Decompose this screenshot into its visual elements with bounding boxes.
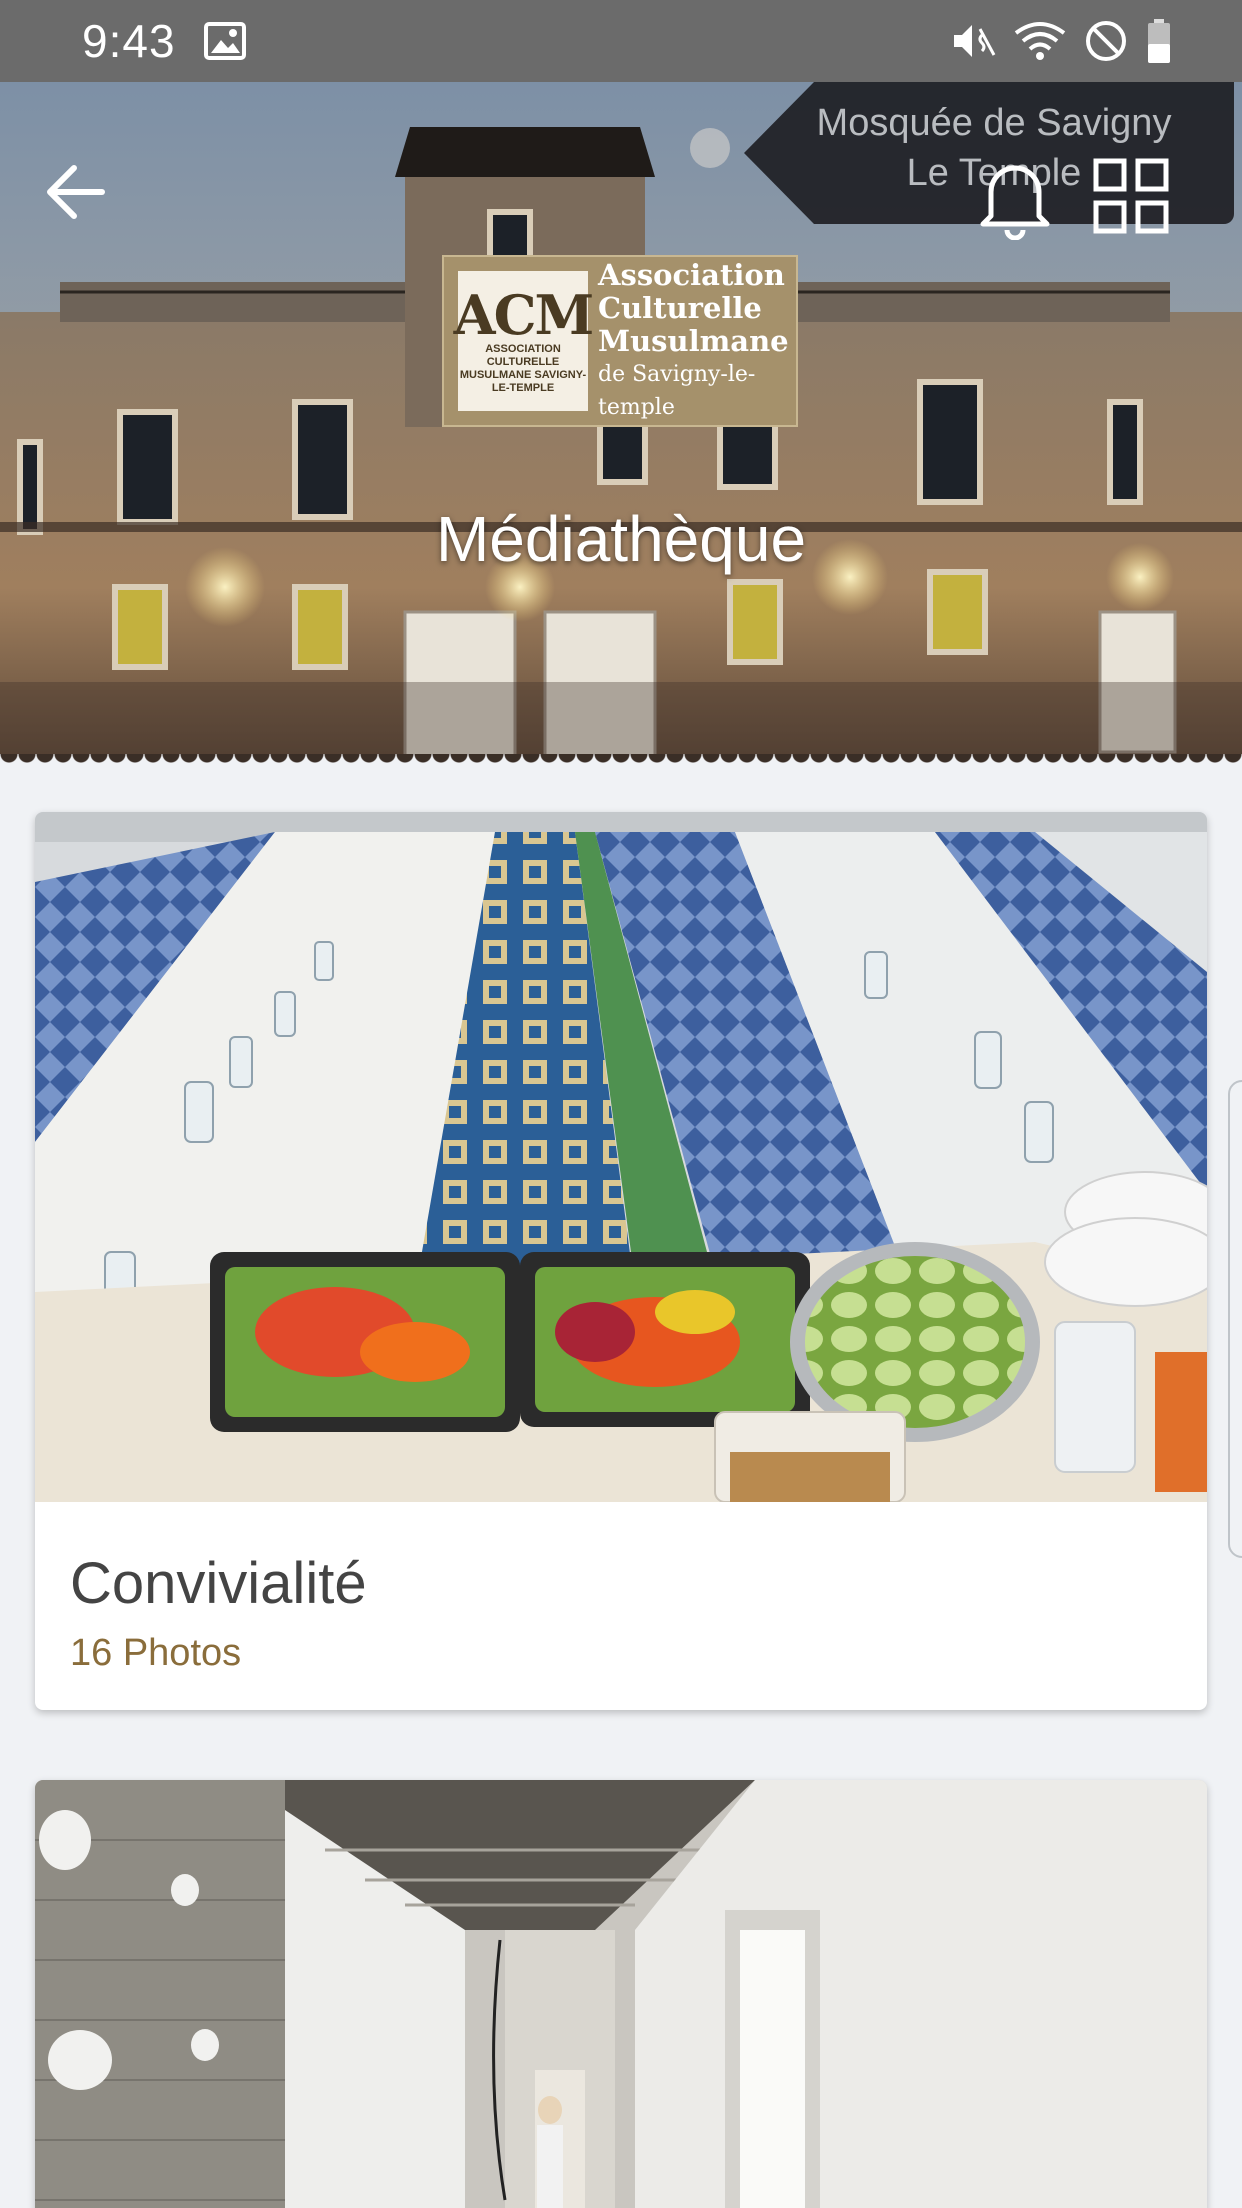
logo-mark: ACM ASSOCIATION CULTURELLE MUSULMANE SAV… bbox=[454, 271, 594, 411]
album-card-body: Convivialité 16 Photos bbox=[35, 1502, 1207, 1675]
album-card[interactable]: Convivialité 16 Photos bbox=[35, 812, 1207, 1710]
page-title: Médiathèque bbox=[435, 503, 807, 575]
back-button[interactable] bbox=[40, 157, 110, 227]
header-banner: Mosquée de Savigny Le Temple ACM ASSOCIA… bbox=[0, 82, 1242, 772]
mute-vibrate-icon bbox=[950, 21, 996, 61]
battery-icon bbox=[1146, 18, 1172, 64]
album-cover-photo bbox=[35, 1780, 1207, 2208]
album-title: Convivialité bbox=[70, 1551, 367, 1616]
menu-grid-button[interactable] bbox=[1093, 158, 1169, 234]
status-bar: 9:43 bbox=[0, 0, 1242, 82]
notifications-button[interactable] bbox=[975, 154, 1055, 241]
scalloped-divider bbox=[0, 754, 1242, 772]
association-logo: ACM ASSOCIATION CULTURELLE MUSULMANE SAV… bbox=[442, 255, 798, 427]
back-arrow-icon bbox=[47, 165, 105, 219]
status-icons bbox=[950, 18, 1172, 64]
album-photo-count: 16 Photos bbox=[70, 1632, 242, 1674]
image-icon bbox=[203, 22, 246, 60]
logo-text: Association Culturelle Musulmane de Savi… bbox=[598, 257, 789, 420]
grid-icon bbox=[1093, 158, 1169, 234]
side-drawer-handle[interactable] bbox=[1228, 1080, 1242, 1558]
album-card[interactable] bbox=[35, 1780, 1207, 2208]
status-time: 9:43 bbox=[82, 15, 176, 67]
do-not-disturb-icon bbox=[1084, 19, 1128, 63]
bell-icon bbox=[980, 165, 1050, 241]
album-cover-photo bbox=[35, 812, 1207, 1502]
wifi-icon bbox=[1014, 21, 1066, 61]
